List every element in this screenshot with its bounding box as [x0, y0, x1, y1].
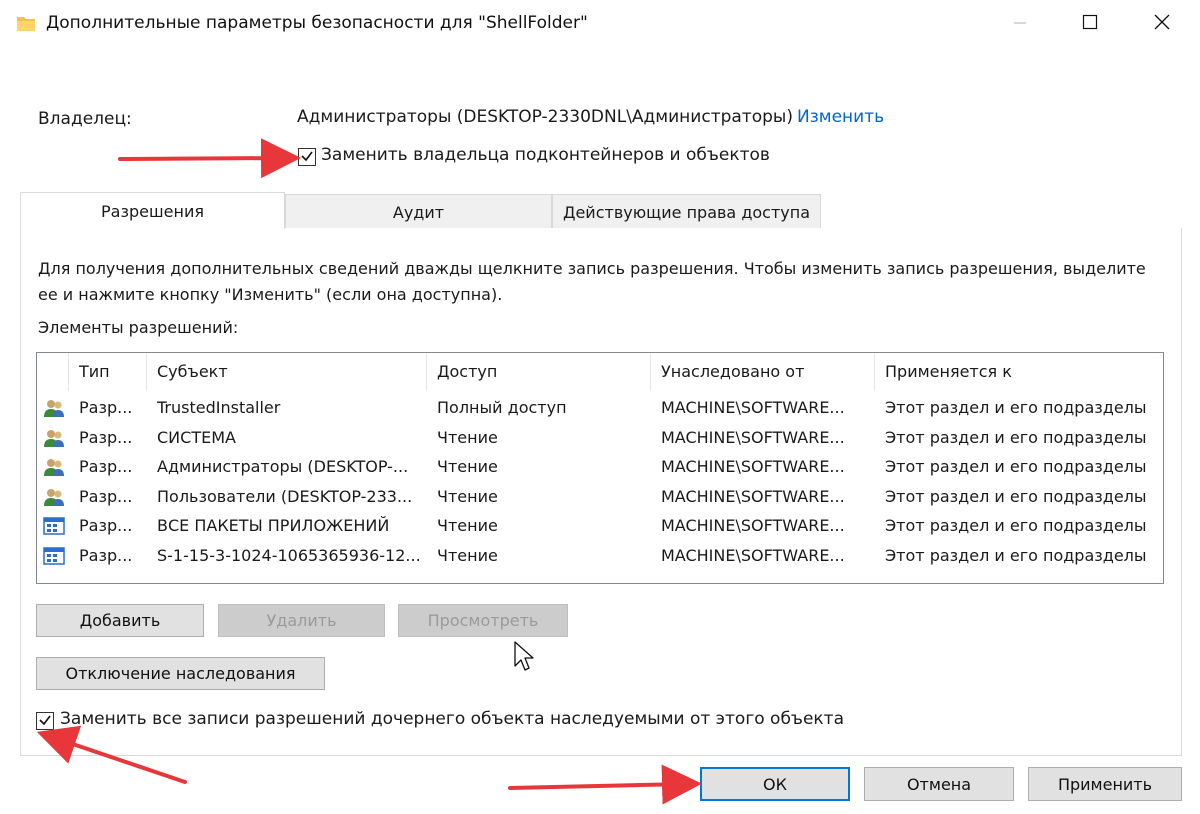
maximize-button[interactable] — [1056, 0, 1124, 48]
table-row[interactable]: Разр... S-1-15-3-1024-1065365936-12... Чте… — [37, 541, 1163, 571]
users-group-icon — [43, 397, 65, 419]
cell-applies-to: Этот раздел и его подразделы — [885, 457, 1147, 477]
ok-button[interactable]: ОК — [700, 767, 850, 801]
mouse-cursor-icon — [513, 640, 535, 674]
cell-applies-to: Этот раздел и его подразделы — [885, 398, 1147, 417]
users-group-icon — [43, 486, 65, 508]
table-body: Разр... TrustedInstaller Полный доступ MACH… — [37, 393, 1163, 571]
cell-subject: Администраторы (DESKTOP-... — [157, 457, 409, 477]
cell-type: Разр... — [79, 427, 133, 447]
maximize-icon — [1082, 14, 1098, 34]
cell-access: Чтение — [437, 545, 498, 565]
cell-type: Разр... — [79, 486, 133, 506]
folder-icon — [14, 12, 38, 36]
close-icon — [1153, 13, 1171, 35]
disable-inheritance-button[interactable]: Отключение наследования — [36, 657, 325, 690]
change-owner-link[interactable]: Изменить — [797, 107, 884, 127]
replace-owner-label[interactable]: Заменить владельца подконтейнеров и объе… — [321, 145, 770, 165]
cell-subject: TrustedInstaller — [157, 398, 281, 417]
cell-applies-to: Этот раздел и его подразделы — [885, 427, 1147, 447]
checkmark-icon — [38, 712, 52, 731]
apply-button[interactable]: Применить — [1028, 767, 1182, 801]
cell-access: Полный доступ — [437, 398, 567, 417]
table-row[interactable]: Разр... Пользователи (DESKTOP-233... Чтени… — [37, 482, 1163, 512]
arrow-to-owner-checkbox — [118, 138, 301, 179]
column-header-access[interactable]: Доступ — [427, 353, 651, 391]
cell-access: Чтение — [437, 427, 498, 447]
cell-applies-to: Этот раздел и его подразделы — [885, 486, 1147, 506]
column-header-inherited-from[interactable]: Унаследовано от — [651, 353, 875, 391]
cell-access: Чтение — [437, 457, 498, 477]
app-package-icon — [43, 545, 65, 567]
table-row[interactable]: Разр... TrustedInstaller Полный доступ MACH… — [37, 393, 1163, 423]
cancel-button[interactable]: Отмена — [864, 767, 1014, 801]
checkmark-icon — [300, 148, 314, 167]
replace-owner-checkbox[interactable] — [298, 148, 316, 166]
cell-subject: СИСТЕМА — [157, 427, 236, 447]
title-bar[interactable]: Дополнительные параметры безопасности дл… — [0, 0, 1200, 50]
remove-button[interactable]: Удалить — [218, 604, 385, 637]
column-header-icon[interactable] — [37, 353, 69, 391]
cell-access: Чтение — [437, 486, 498, 506]
owner-label: Владелец: — [38, 109, 132, 129]
cell-type: Разр... — [79, 516, 133, 536]
users-group-icon — [43, 427, 65, 449]
cell-applies-to: Этот раздел и его подразделы — [885, 545, 1147, 565]
view-button[interactable]: Просмотреть — [398, 604, 568, 637]
cell-inherited-from: MACHINE\SOFTWARE... — [661, 427, 845, 447]
cell-subject: S-1-15-3-1024-1065365936-12... — [157, 545, 421, 565]
cell-access: Чтение — [437, 516, 498, 536]
cell-type: Разр... — [79, 457, 133, 477]
security-dialog: Дополнительные параметры безопасности дл… — [0, 0, 1200, 814]
cell-inherited-from: MACHINE\SOFTWARE... — [661, 545, 845, 565]
tab-permissions[interactable]: Разрешения — [20, 192, 285, 229]
add-button[interactable]: Добавить — [36, 604, 204, 637]
cell-type: Разр... — [79, 545, 133, 565]
minimize-icon — [1013, 15, 1027, 34]
cell-type: Разр... — [79, 398, 133, 417]
permissions-hint: Для получения дополнительных сведений дв… — [38, 259, 1146, 304]
replace-child-permissions-label[interactable]: Заменить все записи разрешений дочернего… — [60, 709, 844, 729]
close-button[interactable] — [1128, 0, 1196, 48]
cell-subject: ВСЕ ПАКЕТЫ ПРИЛОЖЕНИЙ — [157, 516, 390, 536]
cell-inherited-from: MACHINE\SOFTWARE... — [661, 457, 845, 477]
replace-child-permissions-checkbox[interactable] — [36, 712, 54, 730]
cell-applies-to: Этот раздел и его подразделы — [885, 516, 1147, 536]
table-header: Тип Субъект Доступ Унаследовано от Приме… — [37, 353, 1163, 391]
minimize-button[interactable] — [986, 0, 1054, 48]
cell-subject: Пользователи (DESKTOP-233... — [157, 486, 413, 506]
column-header-subject[interactable]: Субъект — [147, 353, 427, 391]
permission-entries-table[interactable]: Тип Субъект Доступ Унаследовано от Приме… — [36, 352, 1164, 584]
cell-inherited-from: MACHINE\SOFTWARE... — [661, 486, 845, 506]
window-title: Дополнительные параметры безопасности дл… — [46, 13, 588, 33]
app-package-icon — [43, 515, 65, 537]
column-header-applies-to[interactable]: Применяется к — [875, 353, 1163, 391]
owner-value: Администраторы (DESKTOP-2330DNL\Админист… — [297, 107, 793, 127]
cell-inherited-from: MACHINE\SOFTWARE... — [661, 398, 845, 417]
permission-entries-label: Элементы разрешений: — [38, 318, 239, 337]
table-row[interactable]: Разр... СИСТЕМА Чтение MACHINE\SOFTWARE... Э… — [37, 423, 1163, 453]
table-row[interactable]: Разр... Администраторы (DESKTOP-... Чтение… — [37, 452, 1163, 482]
arrow-to-ok-button — [508, 764, 702, 805]
tab-audit[interactable]: Аудит — [285, 194, 552, 229]
table-row[interactable]: Разр... ВСЕ ПАКЕТЫ ПРИЛОЖЕНИЙ Чтение MACHIN… — [37, 511, 1163, 541]
tab-effective-access[interactable]: Действующие права доступа — [552, 194, 821, 229]
column-header-type[interactable]: Тип — [69, 353, 147, 391]
users-group-icon — [43, 456, 65, 478]
cell-inherited-from: MACHINE\SOFTWARE... — [661, 516, 845, 536]
